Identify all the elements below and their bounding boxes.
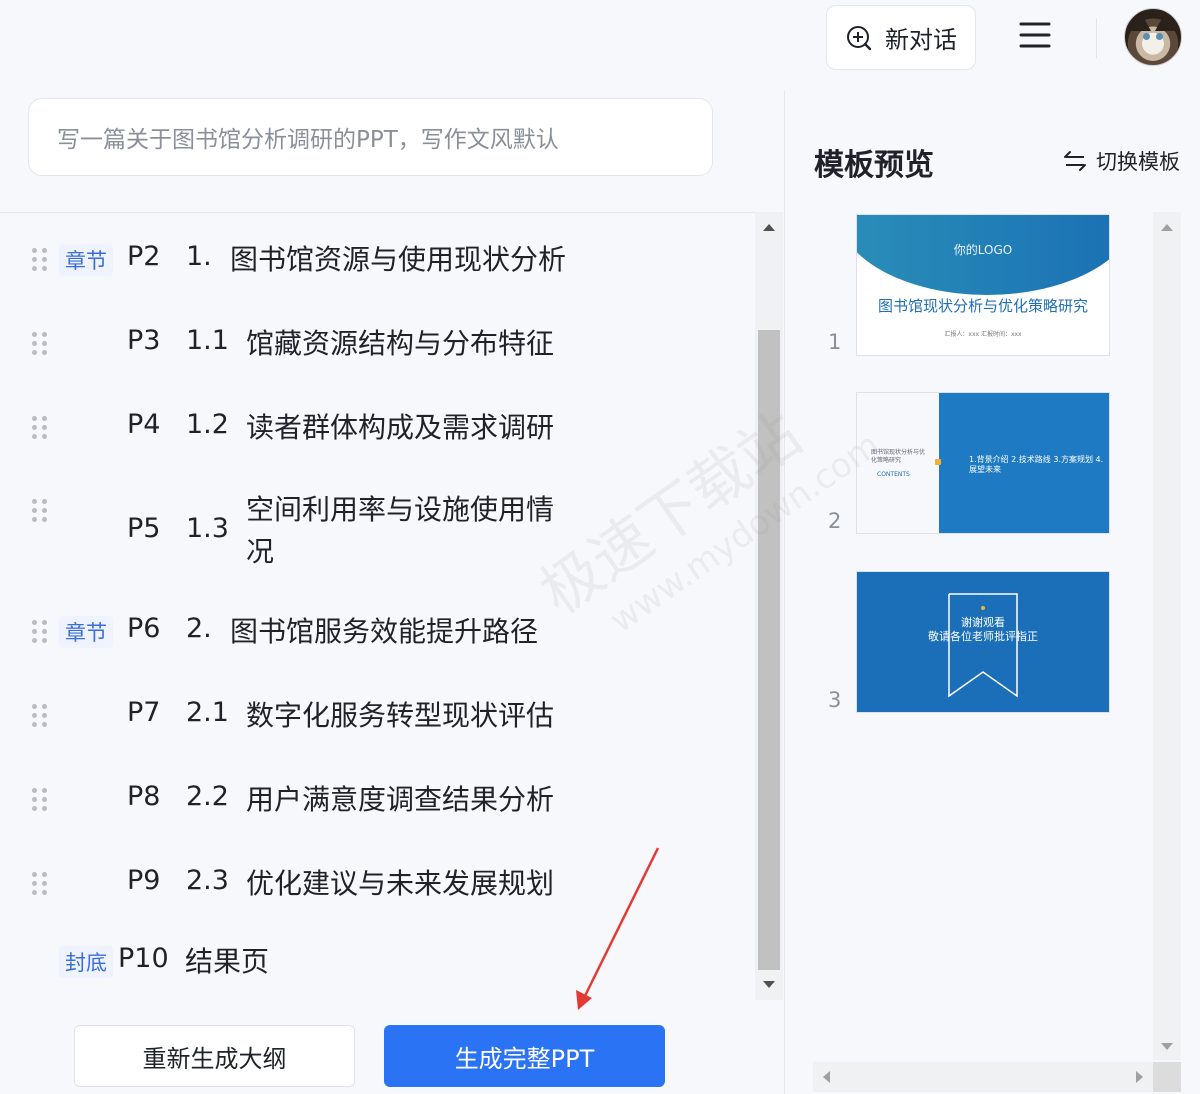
slide-thumbnail-cover[interactable]: 你的LOGO 图书馆现状分析与优化策略研究 汇报人：xxx 汇报时间：xxx (856, 214, 1110, 356)
prompt-text: 写一篇关于图书馆分析调研的PPT，写作文风默认 (57, 127, 559, 153)
slide-thanks-line1: 谢谢观看 (961, 616, 1005, 629)
slide-right-pane: 1.背景介绍 2.技术路线 3.方案规划 4.展望未来 (939, 393, 1109, 533)
scrollbar-corner (1153, 1062, 1181, 1092)
slide-thumbnail-end[interactable]: 谢谢观看 敬请各位老师批评指正 (856, 571, 1110, 713)
drag-handle-icon[interactable] (32, 499, 50, 523)
scroll-down-icon[interactable] (1161, 1043, 1173, 1050)
outline-row[interactable]: P8 2.2 用户满意度调查结果分析 (0, 773, 740, 827)
section-number: 2.2 (186, 781, 229, 812)
avatar-eye (1156, 33, 1163, 40)
avatar-ear (1131, 13, 1151, 31)
scroll-down-icon[interactable] (763, 981, 775, 988)
slide-index: 3 (828, 688, 842, 712)
switch-template-label: 切换模板 (1096, 150, 1180, 174)
drag-handle-icon[interactable] (32, 332, 50, 356)
page-number: P5 (127, 513, 161, 544)
page-number: P6 (127, 613, 161, 644)
slide-index: 2 (828, 509, 842, 533)
chapter-tag: 章节 (59, 616, 113, 648)
outline-title[interactable]: 图书馆资源与使用现状分析 (230, 239, 566, 281)
avatar-eye (1143, 33, 1150, 40)
scroll-right-icon[interactable] (1136, 1071, 1143, 1083)
top-divider (1096, 18, 1097, 58)
prompt-input[interactable]: 写一篇关于图书馆分析调研的PPT，写作文风默认 (28, 98, 713, 176)
scroll-up-icon[interactable] (1161, 224, 1173, 231)
outline-row[interactable]: 章节 P6 2. 图书馆服务效能提升路径 (0, 605, 740, 659)
outline-title[interactable]: 数字化服务转型现状评估 (246, 695, 554, 737)
page-number: P8 (127, 781, 161, 812)
page-number: P9 (127, 865, 161, 896)
outline-title[interactable]: 结果页 (185, 941, 269, 983)
generate-ppt-button[interactable]: 生成完整PPT (384, 1025, 665, 1087)
slide-meta: 汇报人：xxx 汇报时间：xxx (944, 331, 1022, 338)
add-chat-icon (847, 25, 872, 50)
outline-row[interactable]: P3 1.1 馆藏资源结构与分布特征 (0, 317, 740, 371)
slide-index: 1 (828, 330, 842, 354)
back-cover-tag: 封底 (59, 946, 113, 978)
regenerate-outline-button[interactable]: 重新生成大纲 (74, 1025, 355, 1087)
section-number: 1. (186, 241, 212, 272)
swap-icon (1064, 151, 1086, 171)
page-number: P3 (127, 325, 161, 356)
new-chat-button[interactable]: 新对话 (826, 5, 976, 70)
outline-title[interactable]: 馆藏资源结构与分布特征 (246, 323, 554, 365)
panel-divider (784, 90, 785, 1094)
slide-thanks-line2: 敬请各位老师批评指正 (928, 630, 1038, 643)
preview-vertical-scrollbar[interactable] (1153, 212, 1181, 1060)
drag-handle-icon[interactable] (32, 788, 50, 812)
slide-contents-list: 1.背景介绍 2.技术路线 3.方案规划 4.展望未来 (969, 455, 1104, 474)
scroll-left-icon[interactable] (823, 1071, 830, 1083)
scroll-up-icon[interactable] (763, 224, 775, 231)
avatar[interactable] (1124, 8, 1182, 66)
drag-handle-icon[interactable] (32, 416, 50, 440)
slide-title: 图书馆现状分析与优化策略研究 (877, 297, 1088, 315)
outline-row[interactable]: P4 1.2 读者群体构成及需求调研 (0, 401, 740, 455)
section-number: 2.1 (186, 697, 229, 728)
preview-horizontal-scrollbar[interactable] (813, 1062, 1153, 1092)
scrollbar-thumb[interactable] (758, 330, 780, 970)
page-number: P7 (127, 697, 161, 728)
page-number: P10 (118, 943, 169, 974)
slide-thanks-text: 谢谢观看 敬请各位老师批评指正 (857, 616, 1109, 644)
drag-handle-icon[interactable] (32, 704, 50, 728)
outline-title[interactable]: 读者群体构成及需求调研 (246, 407, 554, 449)
outline-title[interactable]: 优化建议与未来发展规划 (246, 863, 554, 905)
section-number: 2.3 (186, 865, 229, 896)
new-chat-label: 新对话 (885, 26, 957, 54)
outline-scrollbar[interactable] (755, 212, 783, 1000)
drag-handle-icon[interactable] (32, 248, 50, 272)
slide-accent-dot (935, 459, 941, 465)
slide-left-pane: 图书馆现状分析与优化策略研究 CONTENTS (857, 393, 939, 533)
outline-title[interactable]: 空间利用率与设施使用情况 (246, 489, 562, 573)
page-number: P2 (127, 241, 161, 272)
page-number: P4 (127, 409, 161, 440)
chapter-tag: 章节 (59, 244, 113, 276)
slide-contents-label: CONTENTS (877, 471, 910, 478)
section-number: 1.3 (186, 513, 229, 544)
outline-row[interactable]: P7 2.1 数字化服务转型现状评估 (0, 689, 740, 743)
outline-title[interactable]: 用户满意度调查结果分析 (246, 779, 554, 821)
menu-icon[interactable] (1018, 18, 1052, 52)
red-arrow-annotation (576, 847, 660, 1010)
switch-template-button[interactable]: 切换模板 (1062, 146, 1180, 176)
template-preview-title: 模板预览 (814, 148, 934, 183)
drag-handle-icon[interactable] (32, 872, 50, 896)
outline-row[interactable]: P5 1.3 空间利用率与设施使用情况 (0, 485, 740, 581)
avatar-ear (1155, 13, 1175, 31)
slide-left-text: 图书馆现状分析与优化策略研究 (871, 449, 926, 464)
ribbon-frame-icon (948, 593, 1018, 698)
outline-row[interactable]: 章节 P2 1. 图书馆资源与使用现状分析 (0, 233, 740, 287)
drag-handle-icon[interactable] (32, 620, 50, 644)
section-number: 1.2 (186, 409, 229, 440)
section-number: 2. (186, 613, 212, 644)
outline-title[interactable]: 图书馆服务效能提升路径 (230, 611, 538, 653)
section-number: 1.1 (186, 325, 229, 356)
slide-logo-text: 你的LOGO (953, 243, 1013, 257)
slide-thumbnail-contents[interactable]: 图书馆现状分析与优化策略研究 CONTENTS 1.背景介绍 2.技术路线 3.… (856, 392, 1110, 534)
